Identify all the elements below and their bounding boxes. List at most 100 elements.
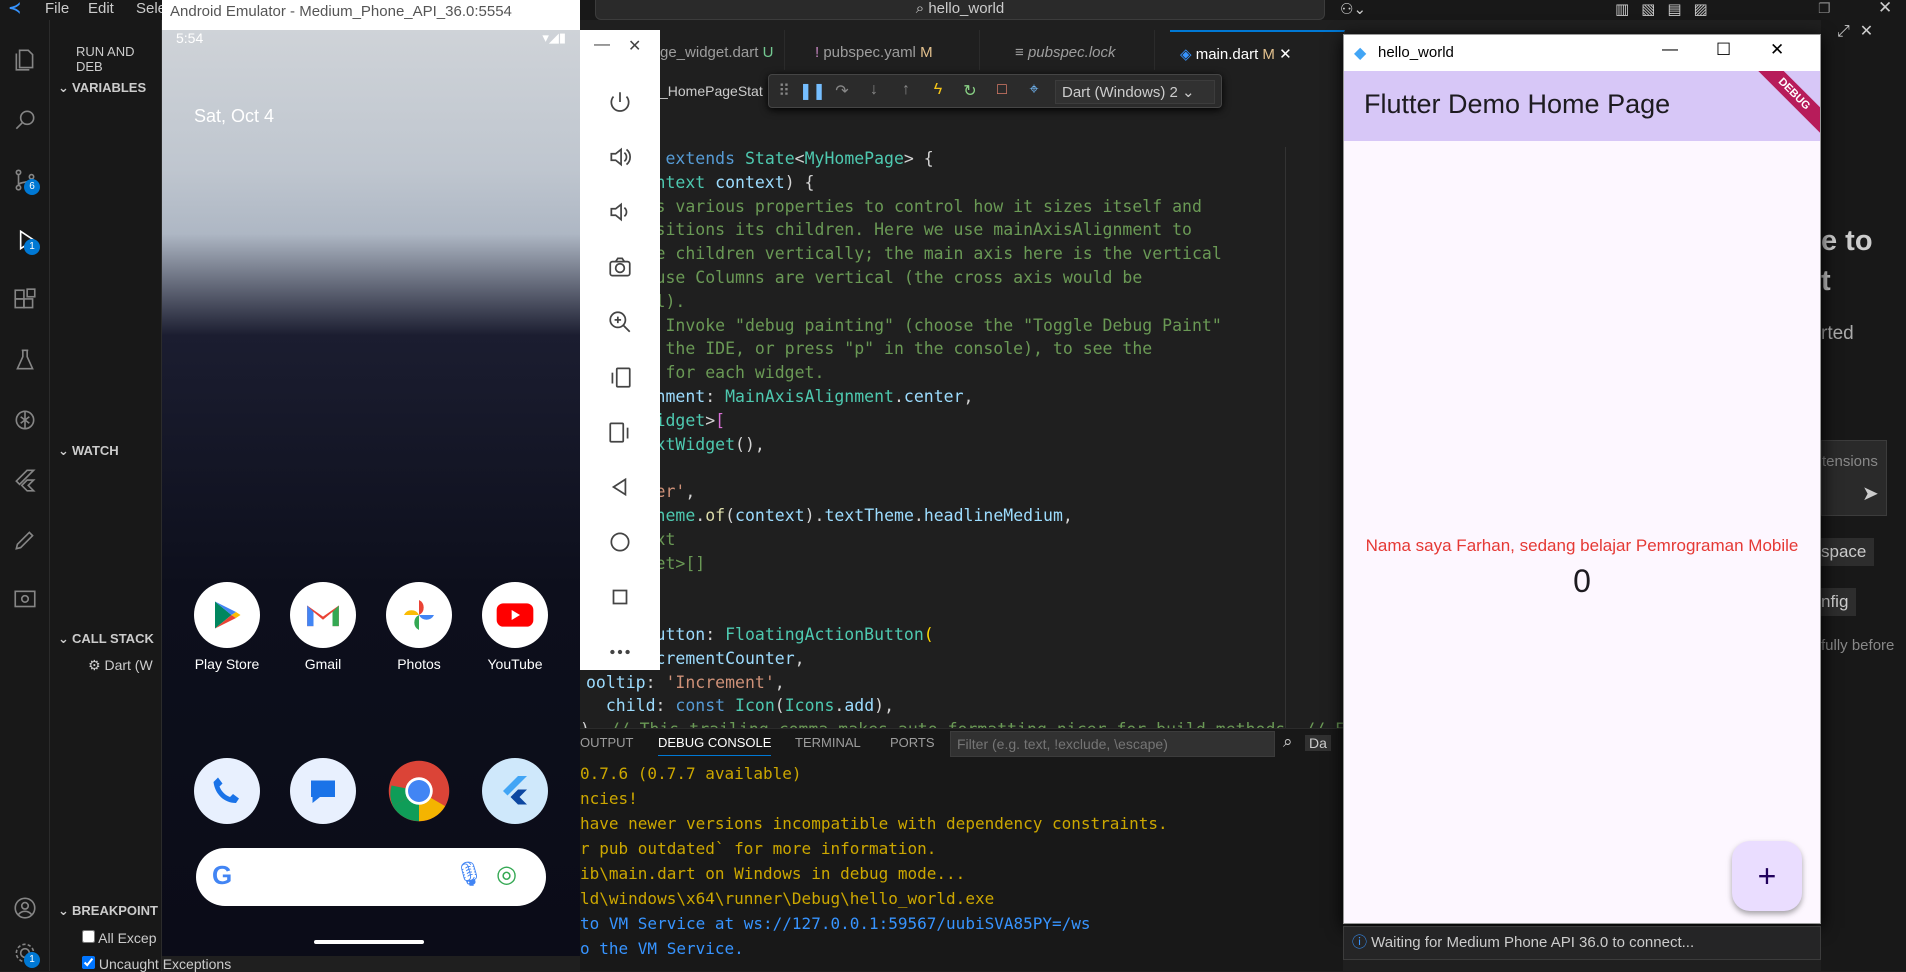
- connection-notification[interactable]: ⓘ Waiting for Medium Phone API 36.0 to c…: [1343, 926, 1821, 960]
- copilot-icon[interactable]: ⚇⌄: [1340, 0, 1366, 18]
- chat-input-box[interactable]: tensions ➤: [1821, 440, 1887, 516]
- search-activity-icon[interactable]: [7, 102, 43, 138]
- tab-debug-console[interactable]: DEBUG CONSOLE: [658, 735, 772, 756]
- google-search-bar[interactable]: G 🎙 ◎: [196, 848, 546, 906]
- minimize-icon[interactable]: —: [594, 36, 610, 54]
- increment-fab[interactable]: +: [1732, 841, 1802, 911]
- app-gmail[interactable]: Gmail: [281, 582, 365, 672]
- bp-all-checkbox[interactable]: [82, 930, 95, 943]
- tab-pubspec-yaml[interactable]: ! pubspec.yaml M: [805, 30, 980, 70]
- camera-icon[interactable]: [604, 251, 636, 283]
- step-out-icon[interactable]: ↑: [895, 81, 917, 103]
- chevron-down-icon: ⌄: [58, 631, 69, 646]
- tab-main-dart[interactable]: ◈ main.dart M ✕: [1170, 30, 1345, 70]
- more-icon[interactable]: [604, 636, 636, 668]
- bp-uncaught-checkbox[interactable]: [82, 956, 95, 969]
- tab-ports[interactable]: PORTS: [890, 735, 935, 750]
- step-over-icon[interactable]: ↷: [831, 81, 853, 103]
- dock-messages[interactable]: [281, 758, 365, 832]
- breakpoints-label: BREAKPOINT: [72, 903, 158, 918]
- app-youtube[interactable]: YouTube: [473, 582, 557, 672]
- code-line: rizontal).: [580, 290, 1343, 314]
- code-editor[interactable]: geState extends State<MyHomePage> {Build…: [580, 147, 1343, 747]
- app-play-store[interactable]: Play Store: [185, 582, 269, 672]
- flutter-app-bar: Flutter Demo Home Page DEBUG: [1344, 71, 1820, 141]
- close-tab-icon[interactable]: ✕: [1279, 46, 1292, 63]
- account-icon[interactable]: [7, 890, 43, 926]
- pause-icon[interactable]: ❚❚: [799, 81, 826, 103]
- explorer-icon[interactable]: [7, 42, 43, 78]
- tab-widget-dart[interactable]: ge_widget.dart U: [650, 30, 785, 70]
- filter-search-icon[interactable]: ⌕: [1283, 732, 1293, 752]
- breadcrumb[interactable]: _HomePageStat: [660, 83, 763, 99]
- debug-target-select[interactable]: Dart (Windows) 2 ⌄: [1055, 80, 1215, 104]
- flutter-window-titlebar[interactable]: ◆ hello_world — ☐ ✕: [1344, 35, 1820, 71]
- chatgpt-icon[interactable]: [7, 402, 43, 438]
- dock-chrome[interactable]: [377, 758, 461, 832]
- workspace-button[interactable]: space: [1821, 538, 1875, 566]
- code-line: ActionButton: FloatingActionButton(: [586, 624, 934, 644]
- close-icon[interactable]: ✕: [628, 36, 641, 56]
- drag-handle-icon[interactable]: ⠿: [773, 81, 795, 103]
- bp-uncaught-exceptions[interactable]: Uncaught Exceptions: [82, 956, 231, 972]
- minimize-icon[interactable]: —: [1662, 41, 1678, 59]
- lens-icon[interactable]: ◎: [496, 860, 517, 889]
- mic-icon[interactable]: 🎙: [454, 860, 484, 889]
- volume-down-icon[interactable]: [604, 196, 636, 228]
- app-photos[interactable]: Photos: [377, 582, 461, 672]
- gesture-bar[interactable]: [314, 940, 424, 944]
- messages-icon: [290, 758, 356, 824]
- stop-icon[interactable]: □: [991, 81, 1013, 103]
- call-stack-section[interactable]: ⌄ CALL STACK: [58, 631, 154, 647]
- tab-output[interactable]: OUTPUT: [580, 735, 633, 750]
- command-center[interactable]: ⌕ hello_world: [595, 0, 1325, 20]
- close-icon[interactable]: ✕: [1770, 40, 1784, 60]
- hot-reload-icon[interactable]: ϟ: [927, 81, 949, 103]
- home-icon[interactable]: [604, 526, 636, 558]
- maximize-icon[interactable]: ☐: [1716, 40, 1731, 60]
- remote-explorer-icon[interactable]: [7, 582, 43, 618]
- watch-section[interactable]: ⌄ WATCH: [58, 443, 119, 459]
- overview-icon[interactable]: [604, 581, 636, 613]
- variables-section[interactable]: ⌄ VARIABLES: [58, 80, 146, 96]
- extensions-icon[interactable]: [7, 282, 43, 318]
- send-icon[interactable]: ➤: [1862, 481, 1879, 506]
- volume-up-icon[interactable]: [604, 141, 636, 173]
- inspect-widget-icon[interactable]: ⌖: [1023, 81, 1045, 103]
- layout-icons[interactable]: ▥▧▤▨: [1615, 0, 1720, 18]
- restart-icon[interactable]: ↻: [959, 81, 981, 103]
- edit-pen-icon[interactable]: [7, 522, 43, 558]
- zoom-icon[interactable]: [604, 306, 636, 338]
- filter-input[interactable]: [950, 731, 1275, 757]
- flutter-app-icon: [482, 758, 548, 824]
- code-line: ooltip: 'Increment',: [586, 672, 785, 692]
- tab-pubspec-lock[interactable]: ≡ pubspec.lock: [1005, 30, 1155, 70]
- menu-edit[interactable]: Edit: [88, 0, 114, 17]
- run-debug-icon[interactable]: 1: [7, 222, 43, 258]
- debug-toolbar: ⠿ ❚❚ ↷ ↓ ↑ ϟ ↻ □ ⌖ Dart (Windows) 2 ⌄: [768, 74, 1222, 108]
- source-control-icon[interactable]: 6: [7, 162, 43, 198]
- power-icon[interactable]: [604, 86, 636, 118]
- flutter-app-window: ◆ hello_world — ☐ ✕ Flutter Demo Home Pa…: [1343, 34, 1821, 924]
- bp-all-exceptions[interactable]: All Excep: [82, 930, 156, 946]
- step-into-icon[interactable]: ↓: [863, 81, 885, 103]
- rotate-right-icon[interactable]: [604, 416, 636, 448]
- close-window-icon[interactable]: ✕: [1878, 0, 1892, 18]
- call-stack-item[interactable]: ⚙ Dart (W: [88, 657, 153, 674]
- dock-phone[interactable]: [185, 758, 269, 832]
- manage-gear-icon[interactable]: 1: [7, 935, 43, 971]
- dock-flutter[interactable]: [473, 758, 557, 832]
- restore-icon[interactable]: ❐: [1818, 0, 1831, 17]
- flutter-activity-icon[interactable]: [7, 462, 43, 498]
- back-icon[interactable]: [604, 471, 636, 503]
- breakpoints-section[interactable]: ⌄ BREAKPOINT: [58, 903, 158, 919]
- phone-screen[interactable]: 5:54 ▾◢▮ Sat, Oct 4 Play Store Gmail Pho…: [162, 30, 580, 956]
- rotate-left-icon[interactable]: [604, 361, 636, 393]
- menu-file[interactable]: File: [45, 0, 69, 17]
- console-select[interactable]: Da: [1305, 735, 1331, 751]
- code-line: / <Widget>[]: [580, 552, 1343, 576]
- testing-icon[interactable]: [7, 342, 43, 378]
- config-button[interactable]: nfig: [1821, 588, 1857, 616]
- tab-terminal[interactable]: TERMINAL: [795, 735, 861, 750]
- pane-actions-icons[interactable]: ⤢✕: [1837, 21, 1883, 41]
